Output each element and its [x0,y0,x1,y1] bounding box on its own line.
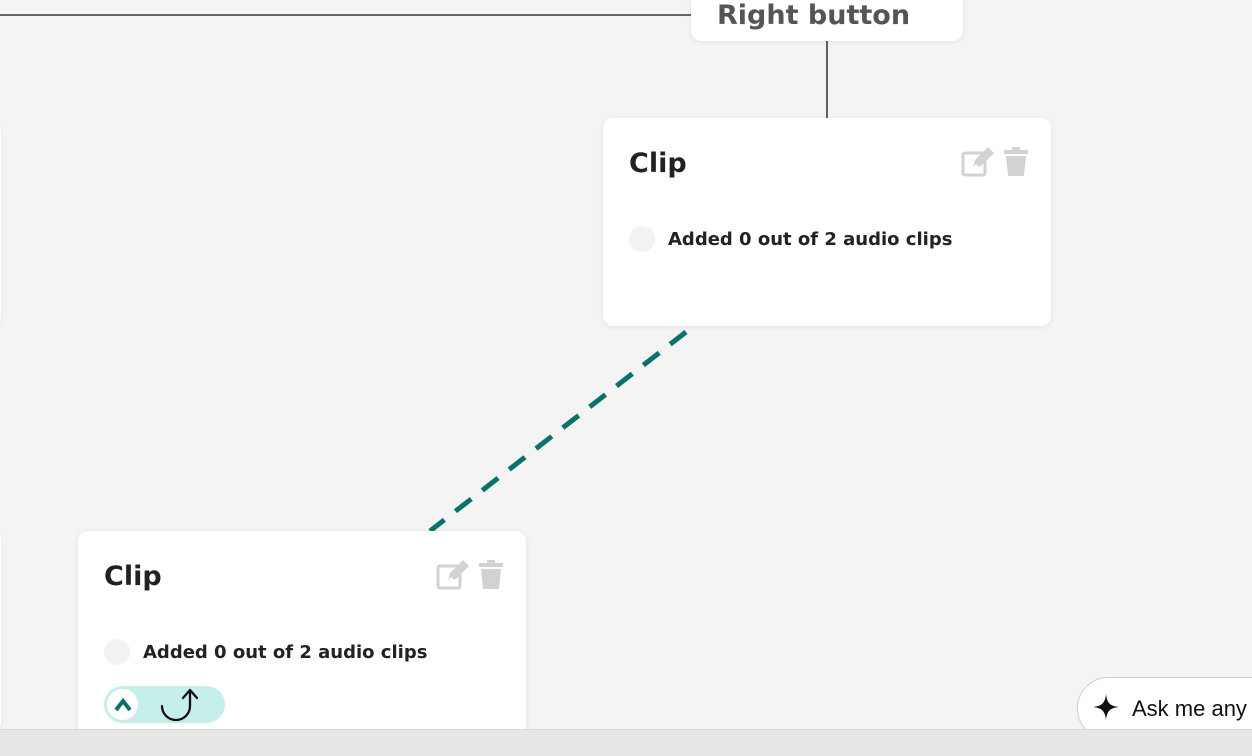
chevron-up-icon[interactable] [107,689,138,720]
offscreen-node-left-lower[interactable] [0,531,1,731]
trash-icon[interactable] [1003,147,1029,181]
clip-status-text: Added 0 out of 2 audio clips [668,228,953,250]
trash-icon[interactable] [478,560,504,594]
edit-icon[interactable] [961,146,995,182]
clip-status-row: Added 0 out of 2 audio clips [629,226,952,252]
redo-icon[interactable] [154,686,204,727]
clip-node-bottom[interactable]: Clip Added 0 out of 2 audio clips [78,531,526,751]
status-indicator [629,226,655,252]
ask-assistant-label: Ask me any [1132,695,1247,721]
collapse-toggle-pill[interactable] [104,686,225,723]
sparkle-icon [1092,693,1120,725]
status-indicator [104,639,130,665]
offscreen-node-left[interactable] [0,120,1,326]
clip-status-text: Added 0 out of 2 audio clips [143,641,428,663]
edit-icon[interactable] [436,559,470,595]
horizontal-scrollbar[interactable] [0,729,1252,756]
right-button-node[interactable]: Right button [691,0,963,41]
dashed-connector[interactable] [428,330,688,533]
clip-node-title: Clip [629,148,687,179]
clip-node-title: Clip [104,561,162,592]
flow-canvas[interactable]: Right button Clip Added 0 out of 2 audio… [0,0,1252,756]
right-button-node-label: Right button [717,0,911,31]
clip-node-top[interactable]: Clip Added 0 out of 2 audio clips [603,118,1051,326]
clip-status-row: Added 0 out of 2 audio clips [104,639,427,665]
